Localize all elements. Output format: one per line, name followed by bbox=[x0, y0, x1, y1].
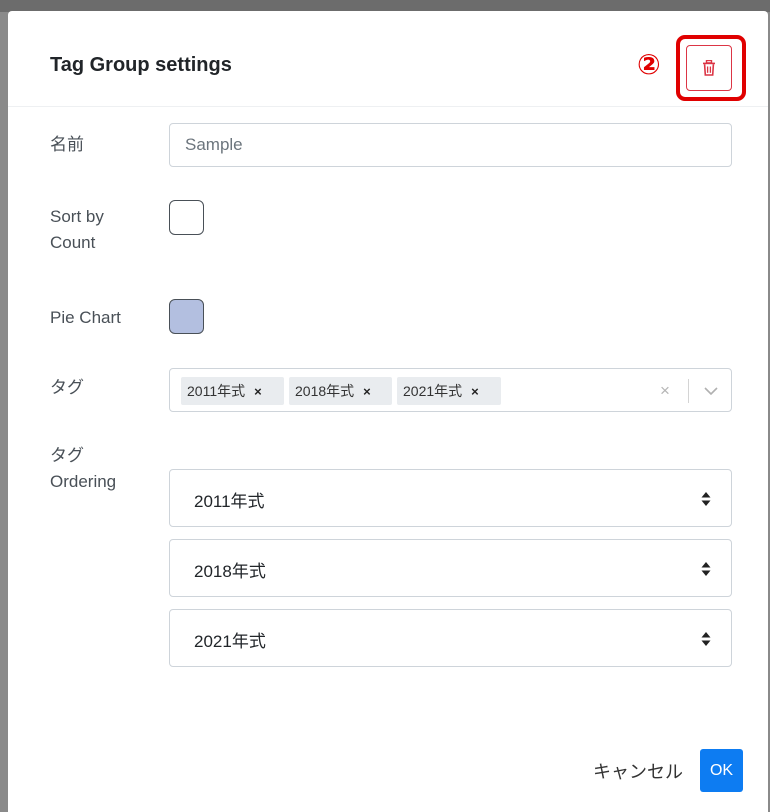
sort-arrows-icon bbox=[701, 562, 711, 576]
name-input[interactable] bbox=[169, 123, 732, 167]
tag-chip: 2018年式 × bbox=[289, 377, 392, 405]
tag-chip: 2021年式 × bbox=[397, 377, 501, 405]
tag-chip: 2011年式 × bbox=[181, 377, 284, 405]
modal-title: Tag Group settings bbox=[50, 54, 232, 76]
pie-chart-checkbox[interactable] bbox=[169, 299, 204, 334]
multiselect-divider bbox=[688, 379, 689, 403]
sort-arrows-icon bbox=[701, 492, 711, 506]
name-label: 名前 bbox=[50, 135, 84, 154]
tag-group-settings-modal: Tag Group settings ② 名前 Sort by Count Pi… bbox=[8, 11, 768, 812]
cancel-button[interactable]: キャンセル bbox=[586, 756, 690, 788]
tag-chip-label: 2011年式 bbox=[187, 383, 246, 399]
chevron-down-icon bbox=[704, 387, 718, 396]
remove-tag-icon[interactable]: × bbox=[254, 378, 262, 406]
tag-ordering-select-3[interactable]: 2021年式 bbox=[169, 609, 732, 667]
trash-icon bbox=[703, 60, 715, 76]
select-value: 2021年式 bbox=[194, 632, 266, 651]
tag-ordering-label: タグ Ordering bbox=[50, 446, 117, 491]
ok-button[interactable]: OK bbox=[700, 749, 743, 792]
tags-label: タグ bbox=[50, 378, 84, 397]
tag-chip-label: 2021年式 bbox=[403, 383, 463, 399]
tag-ordering-select-1[interactable]: 2011年式 bbox=[169, 469, 732, 527]
sort-by-count-label: Sort by Count bbox=[50, 207, 104, 252]
pie-chart-label: Pie Chart bbox=[50, 308, 121, 327]
clear-all-tags-icon[interactable]: × bbox=[654, 377, 676, 405]
sort-by-count-checkbox[interactable] bbox=[169, 200, 204, 235]
select-value: 2011年式 bbox=[194, 492, 265, 511]
delete-button[interactable] bbox=[686, 45, 732, 91]
remove-tag-icon[interactable]: × bbox=[471, 378, 479, 406]
remove-tag-icon[interactable]: × bbox=[363, 378, 371, 406]
tags-multiselect[interactable]: 2011年式 × 2018年式 × 2021年式 × × bbox=[169, 368, 732, 412]
select-value: 2018年式 bbox=[194, 562, 266, 581]
sort-arrows-icon bbox=[701, 632, 711, 646]
multiselect-toggle[interactable] bbox=[696, 377, 726, 405]
annotation-number: ② bbox=[637, 49, 661, 80]
tag-chip-label: 2018年式 bbox=[295, 383, 355, 399]
tag-ordering-select-2[interactable]: 2018年式 bbox=[169, 539, 732, 597]
